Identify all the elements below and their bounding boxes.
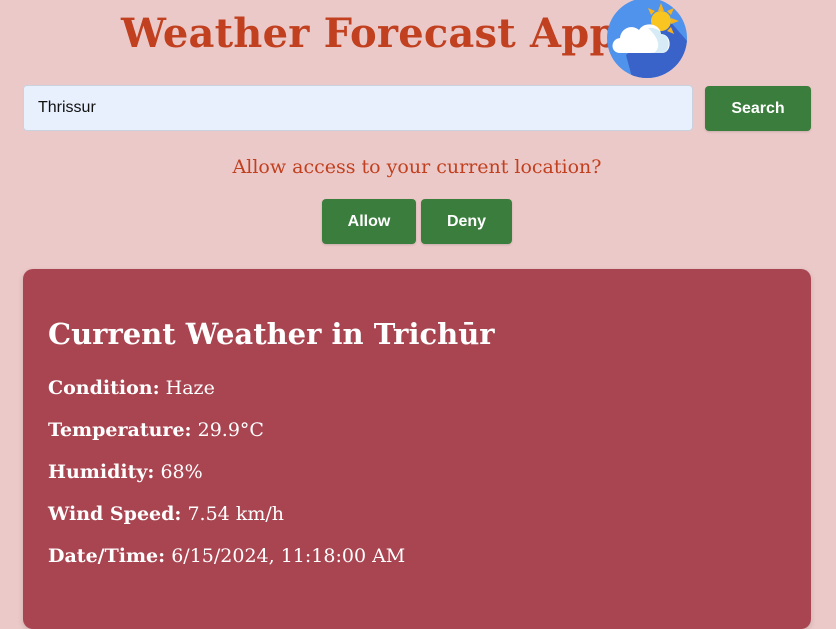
condition-row: Condition: Haze <box>48 377 215 399</box>
wind-speed-label: Wind Speed: <box>48 503 182 525</box>
current-weather-card: Current Weather in Trichūr Condition: Ha… <box>23 269 811 629</box>
datetime-value: 6/15/2024, 11:18:00 AM <box>171 545 406 567</box>
city-search-input[interactable] <box>23 85 693 131</box>
deny-location-button[interactable]: Deny <box>421 199 512 244</box>
temperature-row: Temperature: 29.9°C <box>48 419 264 441</box>
wind-speed-value: 7.54 km/h <box>187 503 284 525</box>
datetime-row: Date/Time: 6/15/2024, 11:18:00 AM <box>48 545 405 567</box>
humidity-value: 68% <box>160 461 203 483</box>
wind-speed-row: Wind Speed: 7.54 km/h <box>48 503 284 525</box>
search-button[interactable]: Search <box>705 86 811 131</box>
allow-location-button[interactable]: Allow <box>322 199 416 244</box>
weather-heading: Current Weather in Trichūr <box>48 317 495 351</box>
humidity-row: Humidity: 68% <box>48 461 203 483</box>
condition-label: Condition: <box>48 377 160 399</box>
temperature-value: 29.9°C <box>197 419 264 441</box>
datetime-label: Date/Time: <box>48 545 166 567</box>
temperature-label: Temperature: <box>48 419 192 441</box>
cloud-sun-icon <box>607 0 687 78</box>
app-title: Weather Forecast App <box>121 10 618 57</box>
location-permission-prompt: Allow access to your current location? <box>232 156 602 178</box>
condition-value: Haze <box>165 377 215 399</box>
humidity-label: Humidity: <box>48 461 155 483</box>
